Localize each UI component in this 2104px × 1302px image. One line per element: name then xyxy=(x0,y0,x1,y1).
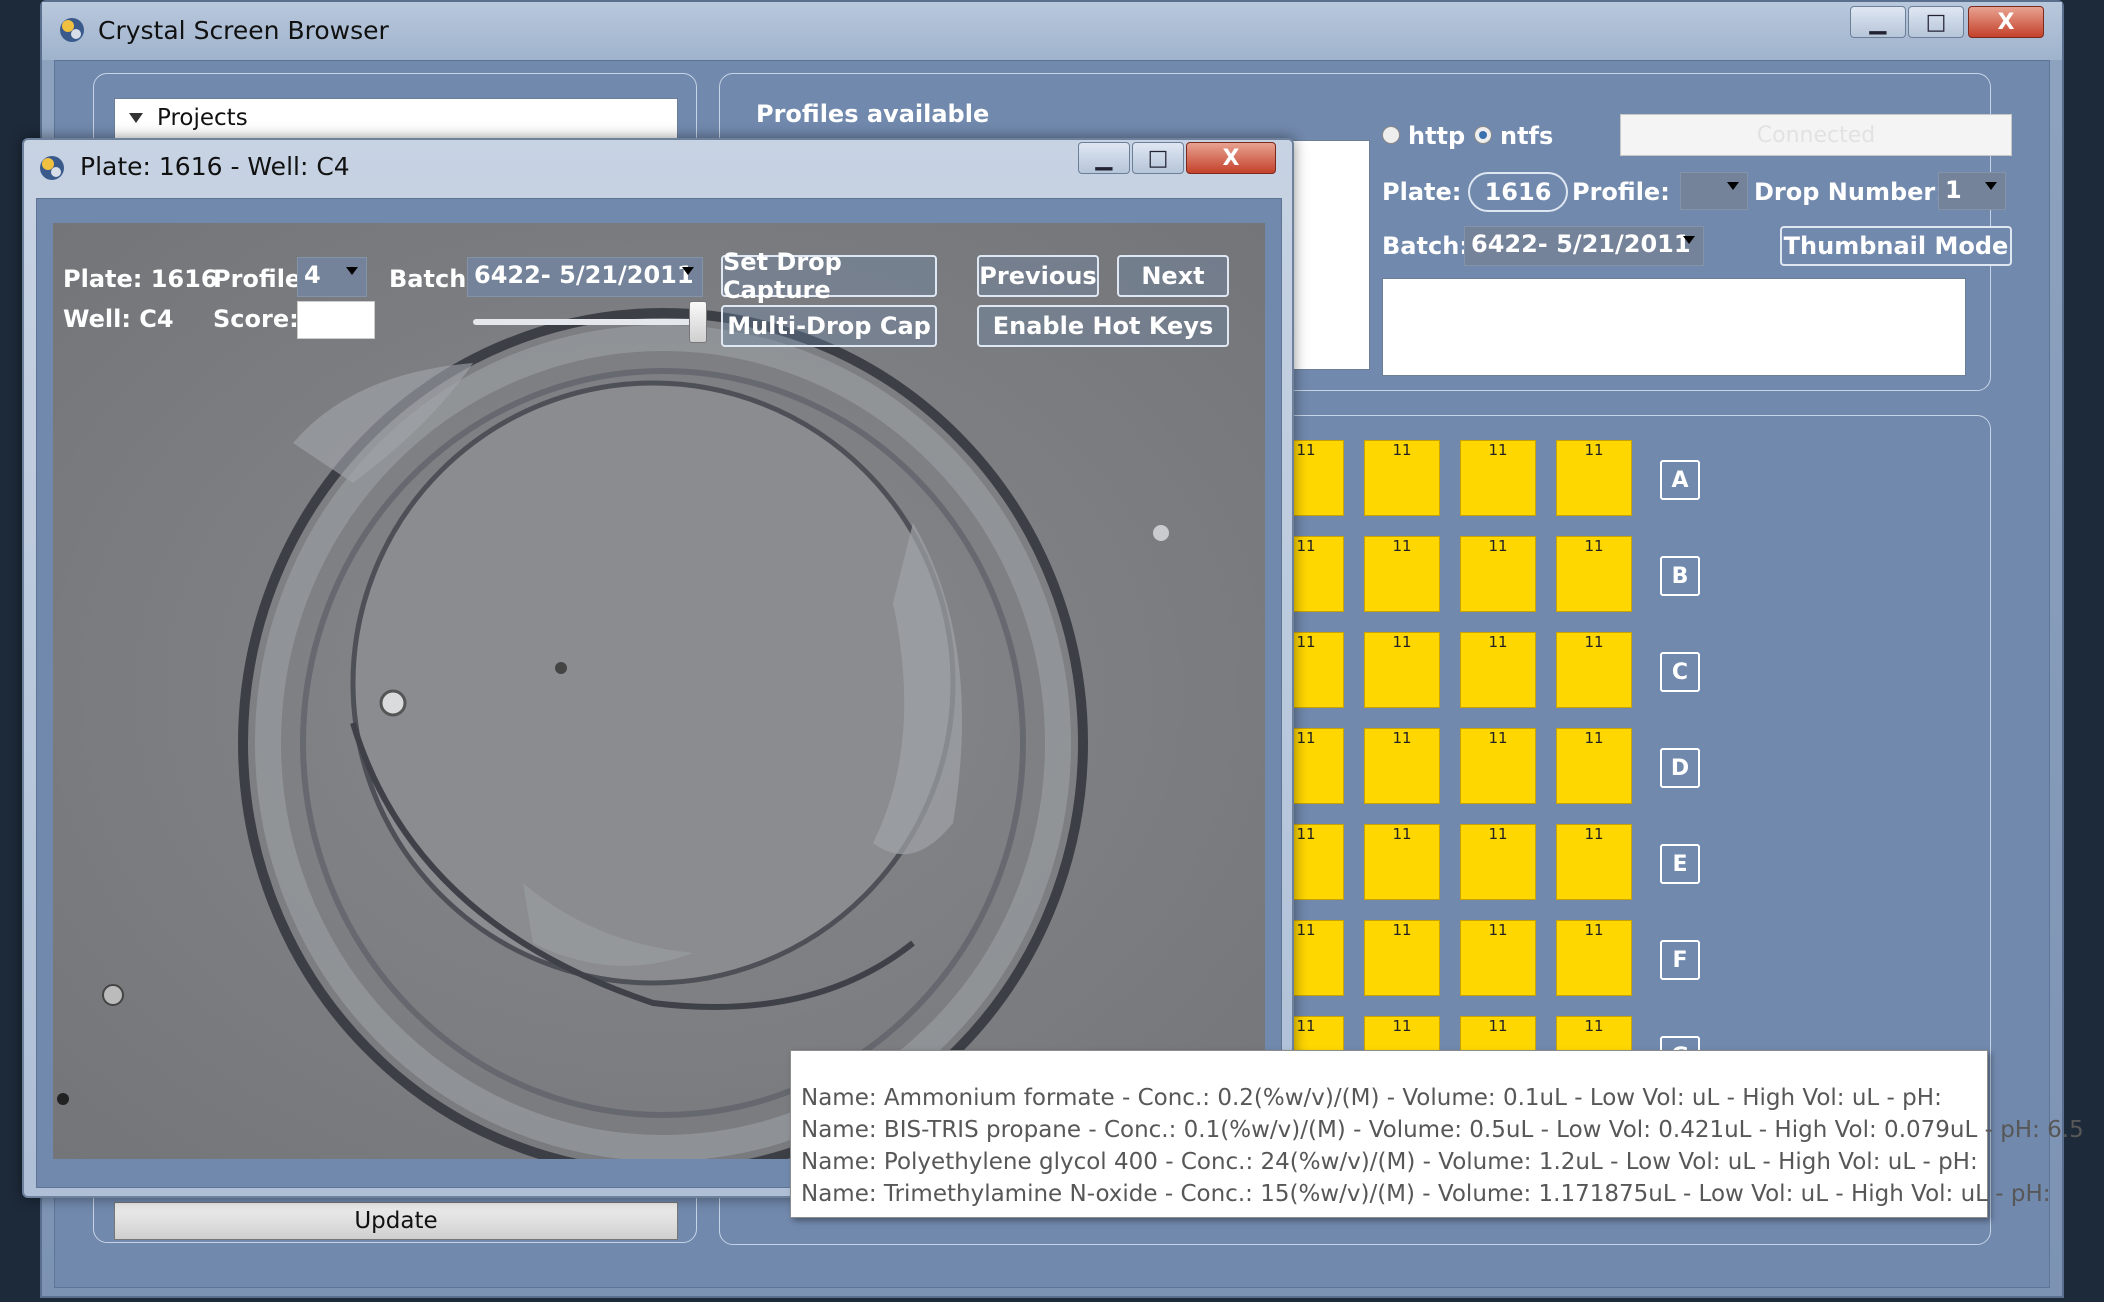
well-cell[interactable]: 11 xyxy=(1556,728,1632,804)
profile-label: Profile: xyxy=(1572,178,1670,206)
well-cell[interactable]: 11 xyxy=(1460,920,1536,996)
well-cell[interactable]: 11 xyxy=(1460,824,1536,900)
notes-box[interactable] xyxy=(1382,278,1966,376)
connected-button[interactable]: Connected xyxy=(1620,114,2012,156)
well-cell[interactable]: 11 xyxy=(1364,632,1440,708)
expand-arrow-icon[interactable] xyxy=(129,113,143,123)
plate-field[interactable]: 1616 xyxy=(1468,172,1568,212)
well-cell[interactable]: 11 xyxy=(1364,536,1440,612)
http-radio[interactable] xyxy=(1382,126,1400,144)
well-client-area: Plate: 1616 Well: C4 Profile: 4 Score: B… xyxy=(36,198,1282,1188)
chevron-down-icon xyxy=(682,267,694,275)
tooltip-line: Name: Trimethylamine N-oxide - Conc.: 15… xyxy=(801,1181,2051,1207)
main-close-button[interactable]: X xyxy=(1968,6,2044,38)
well-cell[interactable]: 11 xyxy=(1556,440,1632,516)
overlay-profile-value: 4 xyxy=(304,261,321,289)
well-cell[interactable]: 11 xyxy=(1556,536,1632,612)
overlay-batch-label: Batch: xyxy=(389,265,476,293)
well-cell[interactable]: 11 xyxy=(1460,728,1536,804)
well-cell[interactable]: 11 xyxy=(1460,632,1536,708)
chevron-down-icon xyxy=(1727,182,1739,190)
drop-number-label: Drop Number: xyxy=(1754,178,1945,206)
well-cell[interactable]: 11 xyxy=(1556,632,1632,708)
overlay-score-label: Score: xyxy=(213,305,299,333)
app-icon xyxy=(58,16,86,44)
overlay-profile-dropdown[interactable]: 4 xyxy=(297,257,367,297)
thumbnail-mode-button[interactable]: Thumbnail Mode xyxy=(1780,226,2012,266)
chevron-down-icon xyxy=(346,267,358,275)
ntfs-radio[interactable] xyxy=(1474,126,1492,144)
crystal-drop-picture xyxy=(53,223,1265,1159)
row-button-a[interactable]: A xyxy=(1660,460,1700,500)
drop-image[interactable]: Plate: 1616 Well: C4 Profile: 4 Score: B… xyxy=(53,223,1265,1159)
zoom-slider-thumb[interactable] xyxy=(689,301,707,343)
row-button-b[interactable]: B xyxy=(1660,556,1700,596)
well-window-title: Plate: 1616 - Well: C4 xyxy=(80,152,350,181)
row-button-c[interactable]: C xyxy=(1660,652,1700,692)
well-cell[interactable]: 11 xyxy=(1460,536,1536,612)
overlay-batch-dropdown[interactable]: 6422- 5/21/2011 xyxy=(467,257,703,297)
batch-dropdown[interactable]: 6422- 5/21/2011 xyxy=(1464,226,1704,266)
batch-label: Batch: xyxy=(1382,232,1469,260)
http-radio-label[interactable]: http xyxy=(1408,122,1465,150)
tooltip-line: Name: BIS-TRIS propane - Conc.: 0.1(%w/v… xyxy=(801,1117,2084,1143)
main-titlebar[interactable]: Crystal Screen Browser ▁ □ X xyxy=(42,2,2062,60)
score-input[interactable] xyxy=(297,301,375,339)
profiles-available-title: Profiles available xyxy=(756,100,990,128)
multi-drop-capture-button[interactable]: Multi-Drop Cap xyxy=(721,305,937,347)
ntfs-radio-dot xyxy=(1479,131,1487,139)
chevron-down-icon xyxy=(1985,182,1997,190)
well-cell[interactable]: 11 xyxy=(1460,440,1536,516)
set-drop-capture-button[interactable]: Set Drop Capture xyxy=(721,248,937,304)
well-cell[interactable]: 11 xyxy=(1364,440,1440,516)
well-cell[interactable]: 11 xyxy=(1556,824,1632,900)
main-minimize-button[interactable]: ▁ xyxy=(1850,6,1906,38)
batch-dropdown-value: 6422- 5/21/2011 xyxy=(1471,230,1691,258)
well-minimize-button[interactable]: ▁ xyxy=(1078,142,1130,174)
projects-tree-header[interactable]: Projects xyxy=(157,105,248,131)
next-button[interactable]: Next xyxy=(1117,255,1229,297)
well-window-icon xyxy=(38,154,66,182)
plate-label: Plate: xyxy=(1382,178,1462,206)
main-window-title: Crystal Screen Browser xyxy=(98,16,389,45)
well-window: Plate: 1616 - Well: C4 ▁ □ X Plate: 1616… xyxy=(22,138,1294,1198)
well-cell[interactable]: 11 xyxy=(1364,920,1440,996)
ntfs-radio-label[interactable]: ntfs xyxy=(1500,122,1553,150)
drop-number-value: 1 xyxy=(1945,176,1962,204)
row-button-d[interactable]: D xyxy=(1660,748,1700,788)
well-maximize-button[interactable]: □ xyxy=(1132,142,1184,174)
row-button-e[interactable]: E xyxy=(1660,844,1700,884)
main-maximize-button[interactable]: □ xyxy=(1908,6,1964,38)
zoom-slider-track[interactable] xyxy=(473,319,703,325)
well-cell[interactable]: 11 xyxy=(1364,728,1440,804)
tooltip-line: Name: Polyethylene glycol 400 - Conc.: 2… xyxy=(801,1149,1978,1175)
well-cell[interactable]: 11 xyxy=(1556,920,1632,996)
row-button-f[interactable]: F xyxy=(1660,940,1700,980)
profile-dropdown[interactable] xyxy=(1680,172,1748,210)
update-button[interactable]: Update xyxy=(114,1202,678,1240)
well-cell[interactable]: 11 xyxy=(1364,824,1440,900)
overlay-plate-text: Plate: 1616 xyxy=(63,265,218,293)
overlay-well-text: Well: C4 xyxy=(63,305,174,333)
previous-button[interactable]: Previous xyxy=(977,255,1099,297)
tooltip-line: Name: Ammonium formate - Conc.: 0.2(%w/v… xyxy=(801,1085,1942,1111)
drop-number-dropdown[interactable]: 1 xyxy=(1938,172,2006,210)
well-close-button[interactable]: X xyxy=(1186,142,1276,174)
overlay-batch-value: 6422- 5/21/2011 xyxy=(474,261,694,289)
chevron-down-icon xyxy=(1683,236,1695,244)
conditions-tooltip: Name: Ammonium formate - Conc.: 0.2(%w/v… xyxy=(790,1050,2084,1218)
enable-hot-keys-button[interactable]: Enable Hot Keys xyxy=(977,305,1229,347)
